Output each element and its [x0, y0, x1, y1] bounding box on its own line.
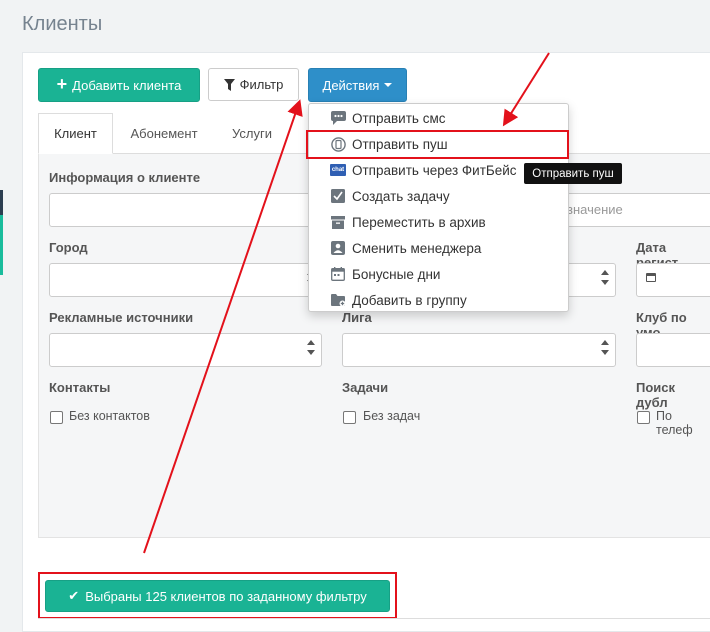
annotation-arrows	[143, 52, 550, 554]
arrow-to-push	[502, 52, 550, 127]
arrow-to-actions	[143, 99, 303, 554]
